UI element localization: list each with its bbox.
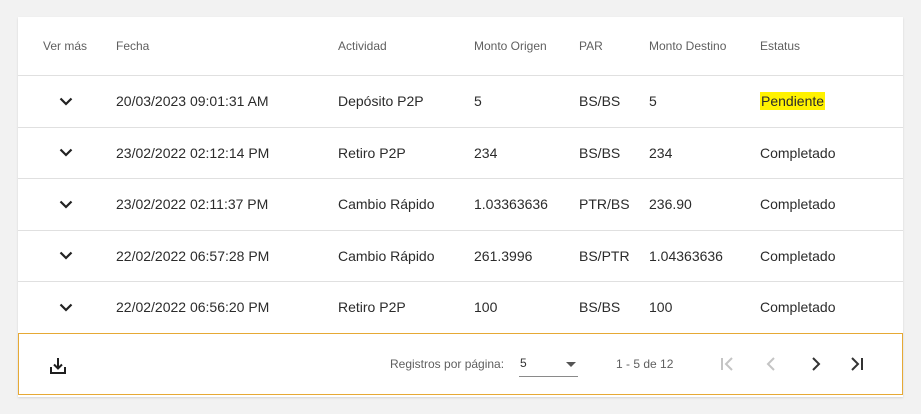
cell-monto-destino: 236.90 bbox=[649, 196, 692, 213]
cell-estatus: Completado bbox=[760, 299, 836, 316]
rows-per-page-value: 5 bbox=[520, 356, 527, 370]
cell-actividad: Retiro P2P bbox=[338, 144, 406, 161]
cell-par: PTR/BS bbox=[579, 196, 630, 213]
rows-per-page-label: Registros por página: bbox=[390, 357, 505, 371]
status-badge-pendiente: Pendiente bbox=[760, 92, 826, 111]
cell-estatus: Completado bbox=[760, 196, 836, 213]
cell-monto-origen: 261.3996 bbox=[474, 247, 533, 264]
chevron-down-icon bbox=[59, 97, 73, 106]
table-row: 20/03/2023 09:01:31 AM Depósito P2P 5 BS… bbox=[18, 76, 903, 128]
cell-estatus: Pendiente bbox=[760, 76, 826, 127]
previous-page-button[interactable] bbox=[758, 350, 786, 378]
table-row: 23/02/2022 02:12:14 PM Retiro P2P 234 BS… bbox=[18, 128, 903, 179]
cell-fecha: 22/02/2022 06:56:20 PM bbox=[116, 299, 270, 316]
transactions-table-card: Ver más Fecha Actividad Monto Origen PAR… bbox=[18, 17, 903, 397]
cell-actividad: Cambio Rápido bbox=[338, 196, 435, 213]
cell-estatus: Completado bbox=[760, 144, 836, 161]
rows-per-page-select[interactable]: 5 bbox=[519, 352, 578, 377]
last-page-button[interactable] bbox=[842, 350, 870, 378]
expand-row-button[interactable] bbox=[58, 128, 74, 179]
header-ver-mas: Ver más bbox=[43, 39, 88, 53]
cell-monto-origen: 234 bbox=[474, 144, 498, 161]
header-fecha: Fecha bbox=[116, 39, 150, 53]
cell-actividad: Cambio Rápido bbox=[338, 247, 435, 264]
expand-row-button[interactable] bbox=[58, 76, 74, 127]
expand-row-button[interactable] bbox=[58, 282, 74, 333]
cell-par: BS/BS bbox=[579, 93, 621, 110]
cell-par: BS/BS bbox=[579, 144, 621, 161]
previous-page-icon bbox=[766, 357, 775, 371]
expand-row-button[interactable] bbox=[58, 231, 74, 282]
cell-fecha: 22/02/2022 06:57:28 PM bbox=[116, 247, 270, 264]
cell-fecha: 23/02/2022 02:11:37 PM bbox=[116, 196, 269, 213]
next-page-icon bbox=[812, 357, 821, 371]
cell-monto-origen: 1.03363636 bbox=[474, 196, 548, 213]
expand-row-button[interactable] bbox=[58, 179, 74, 230]
last-page-icon bbox=[851, 357, 863, 371]
chevron-down-icon bbox=[59, 251, 73, 260]
header-monto-origen: Monto Origen bbox=[474, 39, 547, 53]
cell-par: BS/PTR bbox=[579, 247, 630, 264]
cell-actividad: Depósito P2P bbox=[338, 93, 424, 110]
first-page-button[interactable] bbox=[714, 350, 742, 378]
pagination-footer: Registros por página: 5 1 - 5 de 12 bbox=[18, 333, 903, 395]
header-monto-destino: Monto Destino bbox=[649, 39, 727, 53]
table-row: 22/02/2022 06:56:20 PM Retiro P2P 100 BS… bbox=[18, 282, 903, 334]
table-row: 23/02/2022 02:11:37 PM Cambio Rápido 1.0… bbox=[18, 179, 903, 231]
cell-monto-destino: 1.04363636 bbox=[649, 247, 723, 264]
cell-monto-origen: 100 bbox=[474, 299, 498, 316]
caret-down-icon bbox=[566, 362, 576, 367]
next-page-button[interactable] bbox=[801, 350, 829, 378]
cell-monto-destino: 100 bbox=[649, 299, 673, 316]
cell-monto-destino: 5 bbox=[649, 93, 657, 110]
cell-par: BS/BS bbox=[579, 299, 621, 316]
cell-monto-destino: 234 bbox=[649, 144, 673, 161]
cell-fecha: 20/03/2023 09:01:31 AM bbox=[116, 93, 269, 110]
pagination-range: 1 - 5 de 12 bbox=[616, 357, 674, 371]
header-par: PAR bbox=[579, 39, 603, 53]
cell-fecha: 23/02/2022 02:12:14 PM bbox=[116, 144, 270, 161]
first-page-icon bbox=[721, 357, 733, 371]
chevron-down-icon bbox=[59, 148, 73, 157]
header-actividad: Actividad bbox=[338, 39, 387, 53]
cell-monto-origen: 5 bbox=[474, 93, 482, 110]
download-icon bbox=[50, 358, 66, 374]
chevron-down-icon bbox=[59, 303, 73, 312]
header-estatus: Estatus bbox=[760, 39, 801, 53]
cell-actividad: Retiro P2P bbox=[338, 299, 406, 316]
cell-estatus: Completado bbox=[760, 247, 836, 264]
table-header-row: Ver más Fecha Actividad Monto Origen PAR… bbox=[18, 17, 903, 76]
table-row: 22/02/2022 06:57:28 PM Cambio Rápido 261… bbox=[18, 231, 903, 282]
chevron-down-icon bbox=[59, 200, 73, 209]
download-button[interactable] bbox=[45, 353, 71, 379]
